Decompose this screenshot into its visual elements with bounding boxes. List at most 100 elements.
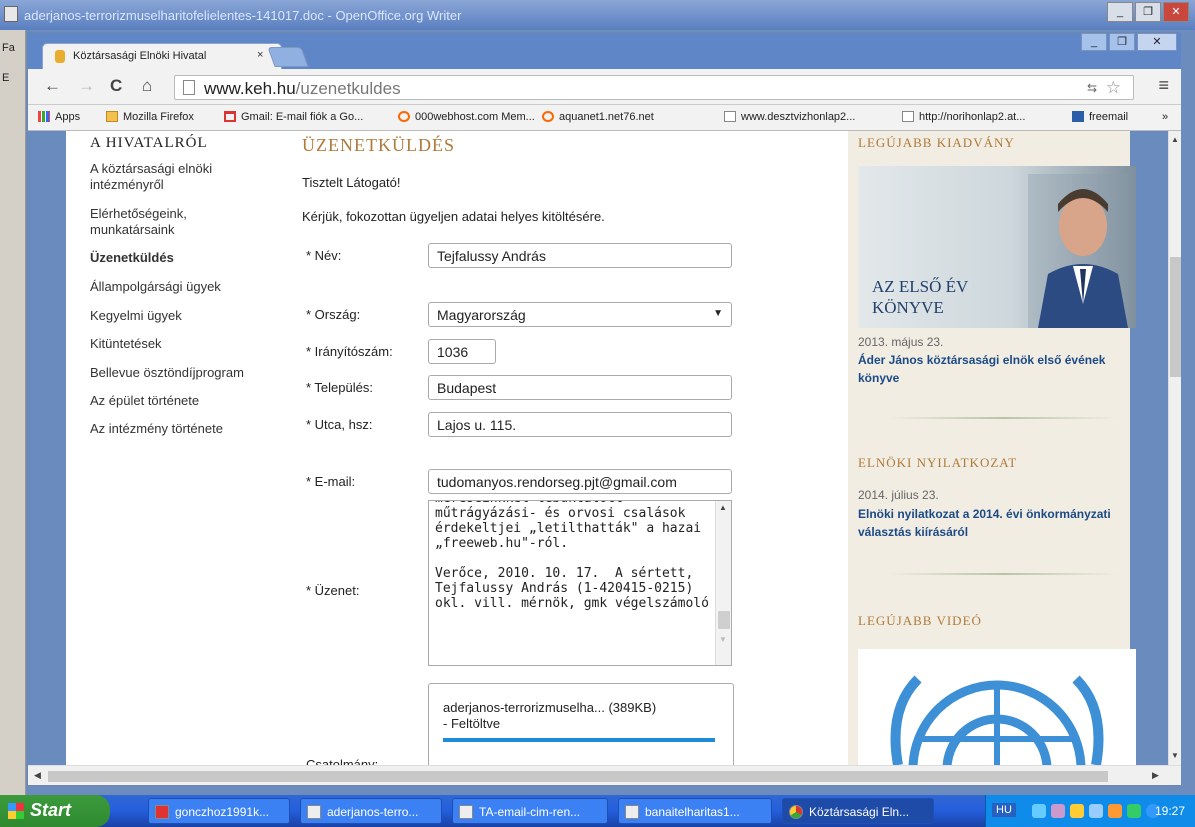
- scrollbar-thumb[interactable]: [48, 771, 1108, 782]
- keh-favicon-icon: [55, 50, 65, 63]
- portrait-image: [1028, 174, 1128, 328]
- address-bar[interactable]: www.keh.hu/uzenetkuldes ⇆ ☆: [174, 75, 1134, 100]
- webhost-icon: [398, 111, 410, 122]
- writer-doc-icon: [4, 6, 18, 22]
- tab-title: Köztársasági Elnöki Hivatal: [73, 50, 207, 62]
- network-icon[interactable]: [1032, 804, 1046, 818]
- bookmark-freemail[interactable]: freemail: [1072, 111, 1128, 123]
- scroll-left-icon[interactable]: ◀: [34, 770, 41, 781]
- publication-image[interactable]: AZ ELSŐ ÉV KÖNYVE: [858, 166, 1136, 328]
- publication-link[interactable]: Áder János köztársasági elnök első événe…: [858, 351, 1118, 387]
- close-icon[interactable]: ✕: [1137, 33, 1177, 51]
- country-select[interactable]: Magyarország ▼: [428, 302, 732, 327]
- keh-page: A HIVATALRÓL A köztársasági elnöki intéz…: [66, 131, 1136, 765]
- tray-app-icon[interactable]: [1051, 804, 1065, 818]
- taskbar-item[interactable]: TA-email-cim-ren...: [452, 798, 608, 824]
- forward-icon[interactable]: →: [78, 76, 95, 96]
- new-tab-button[interactable]: [267, 47, 309, 67]
- bookmark-star-icon[interactable]: ☆: [1106, 78, 1121, 98]
- textarea-scrollbar[interactable]: ▲ ▼: [715, 501, 731, 665]
- clock: 19:27: [1154, 804, 1185, 818]
- browser-window-controls: _ ❐ ✕: [1081, 33, 1177, 51]
- sidebar-item-allampolgarsagi[interactable]: Állampolgársági ügyek: [90, 279, 260, 295]
- close-icon[interactable]: ✕: [1163, 2, 1189, 22]
- scroll-up-icon[interactable]: ▲: [1171, 135, 1179, 144]
- video-thumbnail[interactable]: [858, 649, 1136, 765]
- sidebar-item-elerhetosegeink[interactable]: Elérhetőségeink, munkatársaink: [90, 206, 260, 238]
- email-label: * E-mail:: [306, 474, 356, 489]
- bookmark-000webhost[interactable]: 000webhost.com Mem...: [398, 111, 535, 123]
- restore-icon[interactable]: ❐: [1109, 33, 1135, 51]
- sidebar-item-intezmeny[interactable]: A köztársasági elnöki intézményről: [90, 161, 260, 193]
- scroll-down-icon[interactable]: ▼: [719, 635, 727, 644]
- page-horizontal-scrollbar[interactable]: ◀ ▶: [28, 765, 1181, 785]
- attachment-label: Csatolmány:: [306, 757, 379, 765]
- divider: [888, 573, 1118, 575]
- translate-icon[interactable]: ⇆: [1087, 81, 1097, 95]
- chrome-menu-icon[interactable]: ≡: [1158, 75, 1169, 96]
- message-textarea[interactable]: méréseinkkel lebuktatott műtrágyázási- é…: [428, 500, 732, 666]
- message-text: méréseinkkel lebuktatott műtrágyázási- é…: [435, 501, 709, 611]
- scrollbar-thumb[interactable]: [1170, 257, 1181, 377]
- scroll-right-icon[interactable]: ▶: [1152, 770, 1159, 781]
- attachment-status: - Feltöltve: [443, 716, 501, 731]
- windows-flag-icon: [8, 803, 24, 819]
- security-icon[interactable]: [1070, 804, 1084, 818]
- url-text: www.keh.hu/uzenetkuldes: [204, 79, 401, 98]
- zip-field[interactable]: 1036: [428, 339, 496, 364]
- writer-doc-icon: [459, 805, 473, 819]
- taskbar-item[interactable]: banaitelharitas1...: [618, 798, 772, 824]
- back-icon[interactable]: ←: [44, 76, 61, 96]
- page-icon: [724, 111, 736, 122]
- minimize-icon[interactable]: _: [1081, 33, 1107, 51]
- name-field[interactable]: Tejfalussy András: [428, 243, 732, 268]
- street-field[interactable]: Lajos u. 115.: [428, 412, 732, 437]
- bookmark-apps[interactable]: Apps: [38, 111, 80, 123]
- home-icon[interactable]: ⌂: [142, 76, 152, 96]
- bookmarks-overflow-icon[interactable]: »: [1162, 111, 1168, 123]
- bookmark-aquanet[interactable]: aquanet1.net76.net: [542, 111, 654, 123]
- country-value: Magyarország: [437, 307, 526, 323]
- taskbar-item[interactable]: gonczhoz1991k...: [148, 798, 290, 824]
- start-button[interactable]: Start: [0, 795, 110, 827]
- minimize-icon[interactable]: _: [1107, 2, 1133, 22]
- reload-icon[interactable]: C: [110, 76, 122, 96]
- scroll-down-icon[interactable]: ▼: [1171, 751, 1179, 760]
- country-label: * Ország:: [306, 307, 361, 322]
- language-indicator[interactable]: HU: [992, 803, 1016, 817]
- instruction-text: Kérjük, fokozottan ügyeljen adatai helye…: [302, 209, 605, 224]
- street-label: * Utca, hsz:: [306, 417, 373, 432]
- tray-app-icon[interactable]: [1127, 804, 1141, 818]
- sidebar-item-intezmeny-tortenete[interactable]: Az intézmény története: [90, 421, 260, 437]
- tab-close-icon[interactable]: ×: [257, 49, 263, 61]
- page-vertical-scrollbar[interactable]: ▲ ▼: [1168, 131, 1181, 765]
- sidebar-item-bellevue[interactable]: Bellevue ösztöndíjprogram: [90, 365, 260, 381]
- bookmark-gmail[interactable]: Gmail: E-mail fiók a Go...: [224, 111, 363, 123]
- gmail-icon: [224, 111, 236, 122]
- writer-doc-icon: [307, 805, 321, 819]
- bookmark-norihonlap[interactable]: http://norihonlap2.at...: [902, 111, 1025, 123]
- wifi-icon[interactable]: [1089, 804, 1103, 818]
- sidebar-heading: A HIVATALRÓL: [90, 135, 208, 151]
- city-field[interactable]: Budapest: [428, 375, 732, 400]
- bookmark-desztviz[interactable]: www.desztvizhonlap2...: [724, 111, 855, 123]
- bookmark-firefox[interactable]: Mozilla Firefox: [106, 111, 194, 123]
- sidebar-item-uzenetkuldes[interactable]: Üzenetküldés: [90, 250, 260, 266]
- sidebar-item-kegyelmi[interactable]: Kegyelmi ügyek: [90, 308, 260, 324]
- outer-window-titlebar: aderjanos-terrorizmuselharitofelielentes…: [0, 0, 1195, 30]
- scroll-up-icon[interactable]: ▲: [719, 503, 727, 512]
- scrollbar-thumb[interactable]: [718, 611, 730, 629]
- taskbar-item-chrome[interactable]: Köztársasági Eln...: [782, 798, 934, 824]
- attachment-box[interactable]: aderjanos-terrorizmuselha... (389KB) - F…: [428, 683, 734, 765]
- tray-app-icon[interactable]: [1108, 804, 1122, 818]
- sidebar-item-epulet[interactable]: Az épület története: [90, 393, 260, 409]
- taskbar-item[interactable]: aderjanos-terro...: [300, 798, 442, 824]
- attachment-name: aderjanos-terrorizmuselha... (389KB): [443, 700, 657, 715]
- sidebar-item-kituntetesek[interactable]: Kitüntetések: [90, 336, 260, 352]
- restore-icon[interactable]: ❐: [1135, 2, 1161, 22]
- bookmarks-bar: Apps Mozilla Firefox Gmail: E-mail fiók …: [28, 105, 1181, 131]
- outer-window-left-strip: Fa E: [0, 30, 26, 795]
- tab-keh[interactable]: Köztársasági Elnöki Hivatal ×: [42, 43, 282, 69]
- declaration-link[interactable]: Elnöki nyilatkozat a 2014. évi önkormány…: [858, 505, 1118, 541]
- email-field[interactable]: tudomanyos.rendorseg.pjt@gmail.com: [428, 469, 732, 494]
